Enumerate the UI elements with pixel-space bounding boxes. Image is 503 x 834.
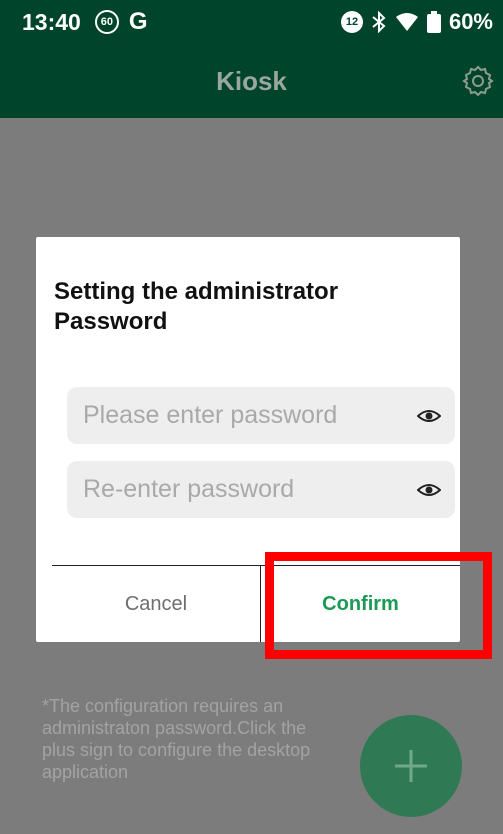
toggle-reenter-visibility-button[interactable] [416,479,442,501]
status-badge-12: 12 [340,11,363,33]
status-g-icon: G [128,8,148,35]
eye-icon [416,484,442,496]
eye-icon [416,410,442,422]
gear-icon [462,65,494,97]
dialog-title: Setting the administrator Password [54,278,339,335]
status-badge-60: 60 [94,10,119,34]
battery-icon [426,11,441,33]
add-app-button[interactable] [360,715,462,817]
wifi-icon [395,13,418,31]
hint-text: *The configuration requires an administr… [42,696,311,782]
plus-icon [395,750,427,782]
password-input[interactable] [67,387,387,444]
cancel-button[interactable]: Cancel [52,566,260,642]
status-bar: 13:40 60 G 12 60% [0,0,503,44]
status-time: 13:40 [22,8,81,35]
toggle-password-visibility-button[interactable] [416,405,442,427]
confirm-button[interactable]: Confirm [261,566,460,642]
settings-button[interactable] [461,64,495,98]
password-dialog: Setting the administrator Password Cance… [36,237,460,642]
password-field-container [67,387,455,444]
reenter-field-container [67,461,455,518]
app-bar: Kiosk [0,44,503,118]
app-title: Kiosk [216,65,287,96]
status-icons: 12 60% [340,9,493,35]
bluetooth-icon [372,11,386,33]
reenter-password-input[interactable] [67,461,387,518]
battery-percent: 60% [448,9,493,34]
